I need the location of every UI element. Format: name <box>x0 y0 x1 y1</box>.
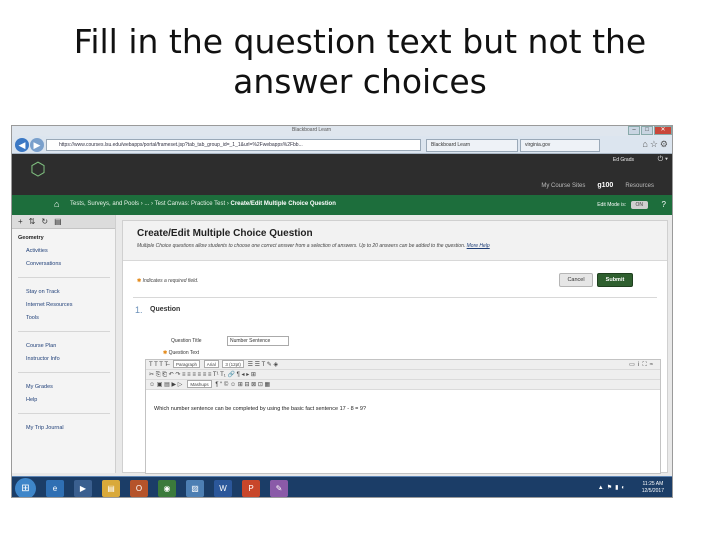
screenshot: Blackboard Learn – □ ✕ ◀ ▶ https://www.c… <box>11 125 673 498</box>
back-icon[interactable]: ◀ <box>15 138 29 152</box>
list-icons[interactable]: ☰ ☰ T ✎ ◈ <box>248 362 279 368</box>
course-menu-tools[interactable]: +⇅↻▤ <box>12 215 115 229</box>
media-player-icon[interactable]: ▶ <box>74 480 92 497</box>
question-text-label: ✱ Question Text <box>163 350 200 356</box>
editor-view-icons[interactable]: ▭ⅰ⛶≈ <box>629 360 656 369</box>
question-title-label: Question Title <box>171 338 202 344</box>
header-tool-icons[interactable]: ⏻ ▾ <box>658 156 668 164</box>
blackboard-header: ⬡ Ed Grads ⏻ ▾ My Course Sites g100 Reso… <box>12 154 672 195</box>
page-header: Create/Edit Multiple Choice Question Mul… <box>123 221 667 261</box>
symbol-icons[interactable]: ¶ “ © ☺ ⊞ ⊟ ⊠ ⊡ ▦ <box>215 382 270 388</box>
nav-my-course-sites[interactable]: My Course Sites <box>541 183 585 189</box>
cancel-button[interactable]: Cancel <box>559 273 593 287</box>
forward-icon[interactable]: ▶ <box>30 138 44 152</box>
menu-item-tools[interactable]: Tools <box>26 315 39 321</box>
editor-toolbar-row-3[interactable]: ☺ ▣ ▤ ▶ ▷ Mashups ¶ “ © ☺ ⊞ ⊟ ⊠ ⊡ ▦ <box>146 380 660 390</box>
breadcrumb: ⌂ Tests, Surveys, and Pools › ... › Test… <box>12 195 672 215</box>
required-star-icon: ✱ <box>137 278 142 284</box>
powerpoint-icon[interactable]: P <box>242 480 260 497</box>
photos-icon[interactable]: ▨ <box>186 480 204 497</box>
menu-item-internet-resources[interactable]: Internet Resources <box>26 302 72 308</box>
editor-toolbar-row-1[interactable]: T T T T̶ Paragraph Arial 3 (12pt) ☰ ☰ T … <box>146 360 660 370</box>
question-text-content[interactable]: Which number sentence can be completed b… <box>154 406 366 412</box>
windows-taskbar: ⊞ e ▶ ▤ O ◉ ▨ W P ✎ ▲⚑▮◐ 11:25 AM 12/5/2… <box>12 476 672 497</box>
word-icon[interactable]: W <box>214 480 232 497</box>
system-tray-icons[interactable]: ▲⚑▮◐ <box>598 484 628 491</box>
course-menu-title[interactable]: Geometry <box>18 235 44 241</box>
main-content: Create/Edit Multiple Choice Question Mul… <box>122 220 668 474</box>
edit-icons[interactable]: ✂ ⎘ ⎗ ↶ ↷ ≡ ≡ ≡ ≡ ≡ ≡ T¹ T₁ 🔗 ¶ ◂ ▸ ⊞ <box>149 372 256 378</box>
folder-icon[interactable]: ▤ <box>102 480 120 497</box>
page-description: Multiple Choice questions allow students… <box>137 243 490 249</box>
insert-icons[interactable]: ☺ ▣ ▤ ▶ ▷ <box>149 382 186 388</box>
edit-mode: Edit Mode is: ON <box>597 201 648 209</box>
menu-item-conversations[interactable]: Conversations <box>26 261 61 267</box>
chrome-icon[interactable]: ◉ <box>158 480 176 497</box>
browser-tool-icons[interactable]: ⌂☆⚙ <box>642 139 670 150</box>
slide-title-line-1: Fill in the question text but not the <box>73 22 647 61</box>
section-title: Question <box>150 306 181 313</box>
address-bar[interactable]: https://www.courses.lsu.edu/webapps/port… <box>46 139 421 151</box>
editor-toolbar-row-2[interactable]: ✂ ⎘ ⎗ ↶ ↷ ≡ ≡ ≡ ≡ ≡ ≡ T¹ T₁ 🔗 ¶ ◂ ▸ ⊞ <box>146 370 660 380</box>
nav-g100[interactable]: g100 <box>597 182 613 189</box>
question-title-input[interactable]: Number Sentence <box>227 336 289 346</box>
window-title: Blackboard Learn <box>292 127 332 133</box>
clock-time: 11:25 AM <box>642 481 664 487</box>
menu-item-my-grades[interactable]: My Grades <box>26 384 53 390</box>
format-icons[interactable]: T T T T̶ <box>149 362 171 368</box>
mashups-select[interactable]: Mashups <box>187 380 212 389</box>
menu-item-help[interactable]: Help <box>26 397 37 403</box>
clock[interactable]: 11:25 AM 12/5/2017 <box>642 481 664 495</box>
font-select[interactable]: Arial <box>203 360 219 369</box>
question-text-editor: T T T T̶ Paragraph Arial 3 (12pt) ☰ ☰ T … <box>145 359 661 474</box>
required-star-icon: ✱ <box>163 350 168 356</box>
page-description-text: Multiple Choice questions allow students… <box>137 243 466 249</box>
submit-button[interactable]: Submit <box>597 273 633 287</box>
browser-navbar: ◀ ▶ https://www.courses.lsu.edu/webapps/… <box>12 136 672 154</box>
blackboard-logo-icon[interactable]: ⬡ <box>27 158 49 180</box>
edit-mode-toggle[interactable]: ON <box>630 201 648 209</box>
home-icon[interactable]: ⌂ <box>54 199 59 209</box>
window-titlebar: Blackboard Learn – □ ✕ <box>12 126 672 136</box>
slide-title-line-2: answer choices <box>233 62 487 101</box>
menu-item-course-plan[interactable]: Course Plan <box>26 343 56 349</box>
edit-mode-label: Edit Mode is: <box>597 202 627 208</box>
close-window-button[interactable]: ✕ <box>654 126 672 135</box>
nav-resources[interactable]: Resources <box>625 183 654 189</box>
menu-item-stay-on-track[interactable]: Stay on Track <box>26 289 60 295</box>
outlook-icon[interactable]: O <box>130 480 148 497</box>
breadcrumb-path[interactable]: Tests, Surveys, and Pools › ... › Test C… <box>70 201 229 207</box>
menu-item-activities[interactable]: Activities <box>26 248 48 254</box>
tab-virginia[interactable]: virginia.gov <box>520 139 600 152</box>
paragraph-select[interactable]: Paragraph <box>173 360 201 369</box>
start-button-icon[interactable]: ⊞ <box>15 478 36 497</box>
required-note: ✱ Indicates a required field. <box>137 278 199 284</box>
question-section: 1. Question <box>133 297 657 315</box>
clock-date: 12/5/2017 <box>641 488 664 494</box>
user-name[interactable]: Ed Grads <box>613 157 634 163</box>
page-title: Create/Edit Multiple Choice Question <box>137 228 313 239</box>
section-number: 1. <box>135 305 143 315</box>
breadcrumb-current: Create/Edit Multiple Choice Question <box>230 201 336 207</box>
paint-icon[interactable]: ✎ <box>270 480 288 497</box>
course-menu: +⇅↻▤ Geometry Activities Conversations S… <box>12 215 116 473</box>
tab-blackboard[interactable]: Blackboard Learn <box>426 139 518 152</box>
menu-item-instructor-info[interactable]: Instructor Info <box>26 356 60 362</box>
more-help-link[interactable]: More Help <box>467 243 490 249</box>
help-icon[interactable]: ? <box>662 200 666 209</box>
slide-title: Fill in the question text but not the an… <box>0 22 720 102</box>
maximize-button[interactable]: □ <box>641 126 653 135</box>
size-select[interactable]: 3 (12pt) <box>222 360 244 369</box>
ie-icon[interactable]: e <box>46 480 64 497</box>
menu-item-trip-journal[interactable]: My Trip Journal <box>26 425 64 431</box>
minimize-button[interactable]: – <box>628 126 640 135</box>
